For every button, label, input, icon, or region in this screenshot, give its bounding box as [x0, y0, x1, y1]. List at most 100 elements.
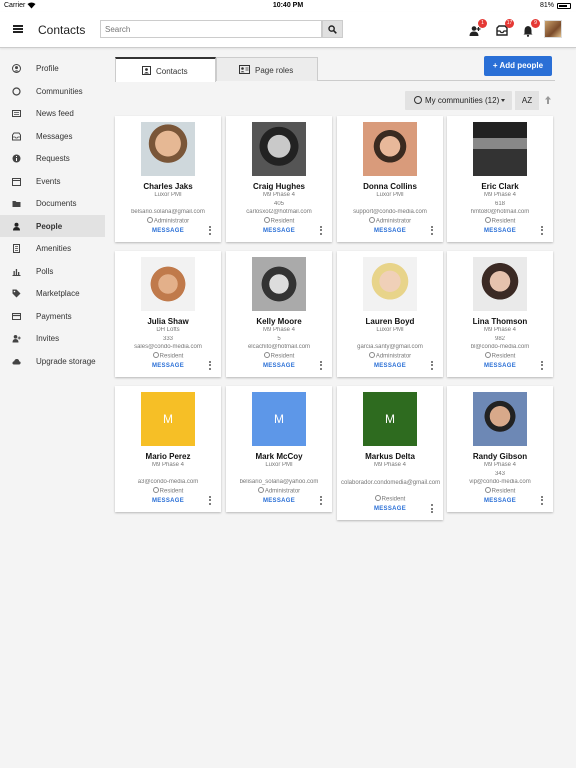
contact-card[interactable]: Julia Shaw DH Lofts 333 sales@condo-media.c…: [115, 251, 221, 377]
sidebar-item-documents[interactable]: Documents: [0, 192, 105, 215]
sidebar-item-people[interactable]: People: [0, 214, 105, 237]
status-time: 10:40 PM: [272, 2, 304, 9]
contact-card[interactable]: M Mario Perez M9 Phase 4 a3@condo-media.com…: [115, 386, 221, 512]
more-vertical-icon[interactable]: [320, 360, 323, 371]
contact-role-label: Resident: [159, 488, 184, 495]
add-people-button[interactable]: + Add people: [484, 56, 552, 76]
more-vertical-icon[interactable]: [320, 495, 323, 506]
tab-contacts[interactable]: Contacts: [115, 57, 216, 82]
more-vertical-icon[interactable]: [209, 360, 212, 371]
message-button[interactable]: MESSAGE: [149, 498, 187, 504]
sidebar-item-communities[interactable]: Communities: [0, 80, 105, 103]
contact-card-icon: [142, 66, 151, 75]
battery-icon: [557, 3, 571, 9]
sidebar-item-events[interactable]: Events: [0, 170, 105, 193]
sidebar-item-payments[interactable]: Payments: [0, 305, 105, 328]
contact-card[interactable]: Lina Thomson M9 Phase 4 982 bl@condo-media.…: [447, 251, 553, 377]
community-filter-dropdown[interactable]: My communities (12): [405, 91, 512, 110]
menu-icon[interactable]: [13, 25, 23, 33]
contact-name: Lina Thomson: [472, 317, 528, 326]
more-vertical-icon[interactable]: [320, 225, 323, 236]
contact-card[interactable]: Randy Gibson M9 Phase 4 343 vip@condo-media…: [447, 386, 553, 512]
contact-card[interactable]: Eric Clark M9 Phase 4 618 hmto80@hotmail.co…: [447, 116, 553, 242]
contact-role: Administrator: [337, 351, 443, 360]
sidebar-item-invites[interactable]: Invites: [0, 327, 105, 350]
notifications-button[interactable]: 9: [522, 19, 540, 37]
contact-card[interactable]: Charles Jaks Luxor PMI belsario.solana@gma…: [115, 116, 221, 242]
sidebar-item-amenities[interactable]: Amenities: [0, 237, 105, 260]
person-circle-icon: [484, 486, 491, 493]
message-button[interactable]: MESSAGE: [371, 363, 409, 369]
message-button[interactable]: MESSAGE: [481, 228, 519, 234]
circle-icon: [414, 96, 422, 104]
contact-email: vip@condo-media.com: [469, 479, 531, 485]
person-circle-icon: [368, 216, 375, 223]
more-vertical-icon[interactable]: [431, 504, 434, 514]
contact-detail: Luxor PMI: [265, 462, 293, 468]
more-vertical-icon[interactable]: [431, 360, 434, 371]
cloud-icon: [12, 358, 21, 364]
contact-card[interactable]: M Mark McCoy Luxor PMI belisario_solana@yah…: [226, 386, 332, 512]
message-button[interactable]: MESSAGE: [149, 363, 187, 369]
person-circle-icon: [152, 486, 159, 493]
friend-requests-button[interactable]: 1: [469, 19, 487, 37]
sidebar-item-news-feed[interactable]: News feed: [0, 102, 105, 125]
id-card-icon: [239, 65, 250, 74]
sidebar-item-polls[interactable]: Polls: [0, 260, 105, 283]
contact-name: Julia Shaw: [147, 317, 189, 326]
message-button[interactable]: MESSAGE: [260, 363, 298, 369]
contact-role: Resident: [226, 216, 332, 225]
person-circle-icon: [263, 351, 270, 358]
message-button[interactable]: MESSAGE: [481, 363, 519, 369]
more-vertical-icon[interactable]: [541, 225, 544, 236]
sort-az-button[interactable]: AZ: [515, 91, 539, 110]
battery-percent: 81%: [539, 2, 554, 9]
circle-icon: [12, 86, 21, 96]
more-vertical-icon[interactable]: [541, 360, 544, 371]
user-avatar[interactable]: [544, 20, 562, 38]
sidebar-item-upgrade-storage[interactable]: Upgrade storage: [0, 350, 105, 373]
contact-name: Donna Collins: [363, 182, 417, 191]
more-vertical-icon[interactable]: [541, 495, 544, 506]
contact-role-label: Administrator: [375, 218, 412, 225]
more-vertical-icon[interactable]: [431, 225, 434, 236]
contact-email: carlosxol2@hotmail.com: [246, 209, 312, 215]
message-button[interactable]: MESSAGE: [260, 498, 298, 504]
more-vertical-icon[interactable]: [209, 225, 212, 236]
sidebar-item-requests[interactable]: Requests: [0, 147, 105, 170]
message-button[interactable]: MESSAGE: [260, 228, 298, 234]
person-circle-icon: [152, 351, 159, 358]
contact-card[interactable]: Donna Collins Luxor PMI support@condo-medi…: [337, 116, 443, 242]
message-button[interactable]: MESSAGE: [481, 498, 519, 504]
contact-card[interactable]: Kelly Moore M9 Phase 4 5 elcachito@hotmail.…: [226, 251, 332, 377]
contact-name: Charles Jaks: [143, 182, 193, 191]
sidebar-item-profile[interactable]: Profile: [0, 57, 105, 80]
message-button[interactable]: MESSAGE: [149, 228, 187, 234]
contact-role: Resident: [115, 486, 221, 495]
contact-card[interactable]: Craig Hughes M9 Phase 4 405 carlosxol2@hotm…: [226, 116, 332, 242]
contact-photo: [252, 257, 306, 311]
calendar-icon: [12, 177, 21, 186]
contact-role-label: Administrator: [375, 353, 412, 360]
tag-icon: [12, 289, 21, 298]
notifications-badge: 9: [531, 19, 540, 28]
tab-page-roles[interactable]: Page roles: [216, 57, 318, 81]
contact-card[interactable]: M Markus Delta M9 Phase 4 colaborador.condo…: [337, 386, 443, 520]
contact-photo: [141, 257, 195, 311]
contact-card[interactable]: Lauren Boyd Luxor PMI garcia.santy@gmail.c…: [337, 251, 443, 377]
contact-detail: M9 Phase 4: [483, 462, 517, 468]
contact-role-label: Resident: [270, 218, 295, 225]
sidebar-item-marketplace[interactable]: Marketplace: [0, 282, 105, 305]
contact-role: Resident: [337, 495, 443, 503]
more-vertical-icon[interactable]: [209, 495, 212, 506]
messages-button[interactable]: 17: [496, 19, 514, 37]
message-button[interactable]: MESSAGE: [371, 228, 409, 234]
message-button[interactable]: MESSAGE: [371, 506, 409, 512]
messages-badge: 17: [505, 19, 514, 28]
search-button[interactable]: [322, 20, 343, 38]
arrow-up-icon[interactable]: [544, 95, 552, 105]
sidebar-item-label: Messages: [36, 131, 73, 141]
search-input[interactable]: [100, 20, 322, 38]
bar-chart-icon: [12, 268, 21, 276]
sidebar-item-messages[interactable]: Messages: [0, 125, 105, 148]
